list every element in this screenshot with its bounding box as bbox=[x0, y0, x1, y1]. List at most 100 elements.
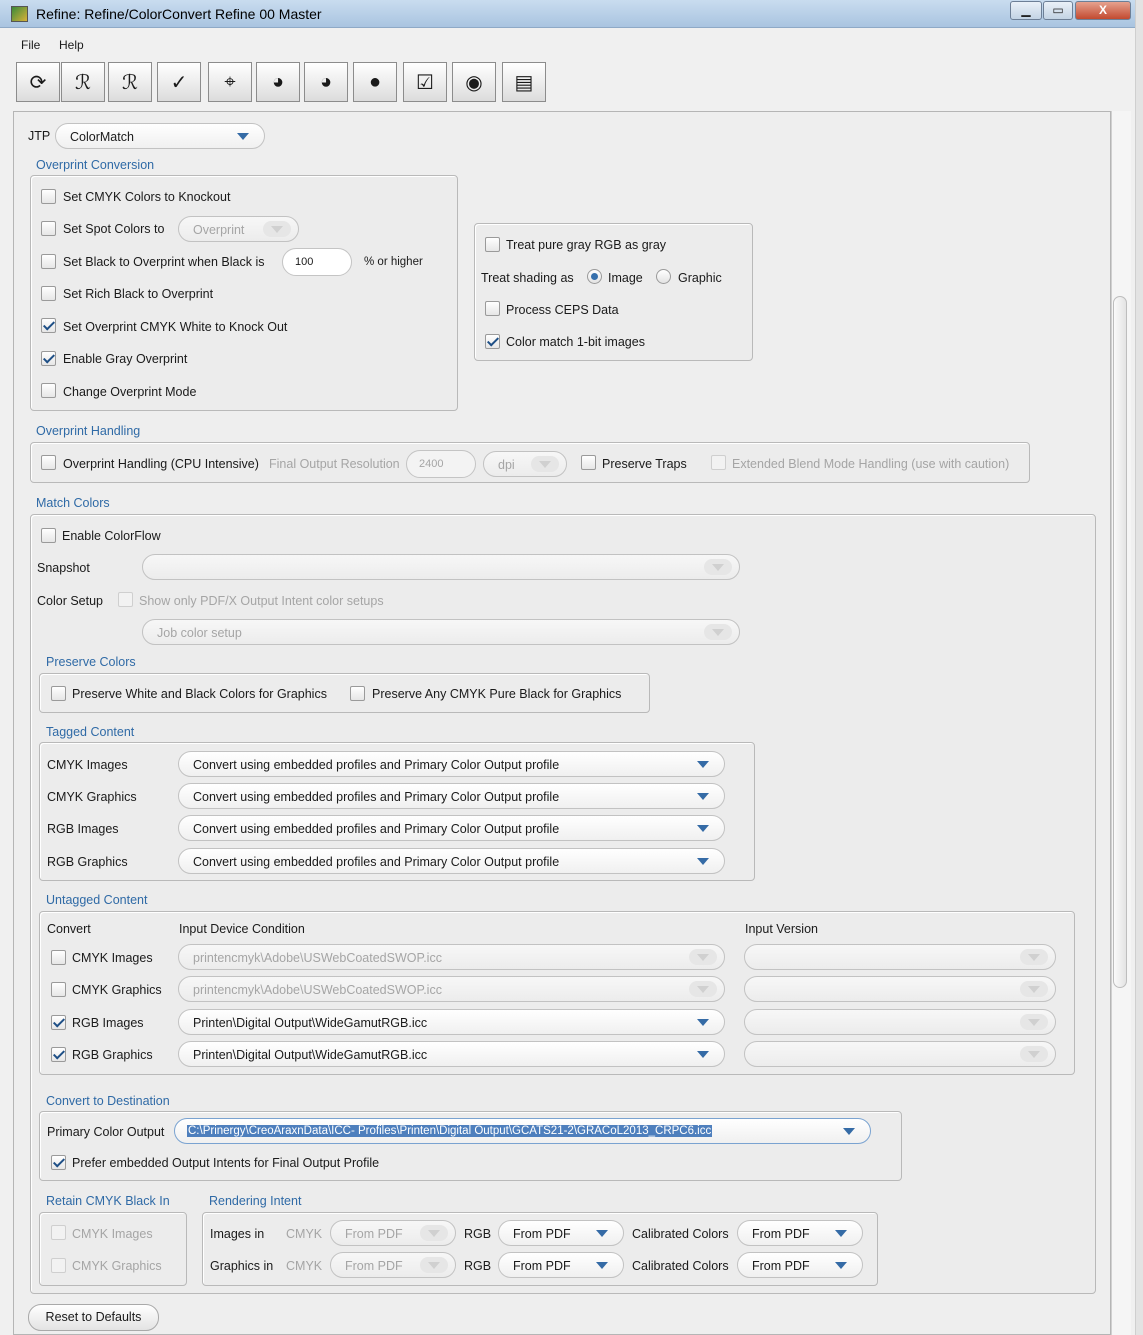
graphics-calibrated-label: Calibrated Colors bbox=[632, 1259, 729, 1273]
black-threshold-input[interactable]: 100 bbox=[282, 248, 352, 276]
chevron-down-icon bbox=[689, 1014, 717, 1030]
set-rich-black-checkbox[interactable] bbox=[41, 286, 56, 301]
overprint-conversion-title: Overprint Conversion bbox=[36, 158, 155, 172]
enable-gray-overprint-checkbox[interactable] bbox=[41, 351, 56, 366]
show-only-pdfx-checkbox[interactable] bbox=[118, 592, 133, 607]
prefer-embedded-checkbox[interactable] bbox=[51, 1155, 66, 1170]
treat-gray-label: Treat pure gray RGB as gray bbox=[506, 238, 667, 252]
col-input-device-header: Input Device Condition bbox=[179, 922, 305, 936]
extended-blend-checkbox[interactable] bbox=[711, 455, 726, 470]
preserve-colors-title: Preserve Colors bbox=[46, 655, 136, 669]
images-cmyk-intent-select[interactable]: From PDF bbox=[330, 1220, 456, 1246]
tagged-row-select[interactable]: Convert using embedded profiles and Prim… bbox=[178, 751, 725, 777]
toolbar-button-pdf-acrobat-alt[interactable]: ℛ bbox=[108, 62, 152, 102]
toolbar-button-color-wheel[interactable]: ◕ bbox=[256, 62, 300, 102]
tagged-row-select[interactable]: Convert using embedded profiles and Prim… bbox=[178, 783, 725, 809]
graphics-rgb-intent-select[interactable]: From PDF bbox=[498, 1252, 624, 1278]
jtp-select[interactable]: ColorMatch bbox=[55, 123, 265, 149]
preserve-traps-checkbox[interactable] bbox=[581, 455, 596, 470]
toolbar-button-refresh[interactable]: ⟳ bbox=[16, 62, 60, 102]
menu-file[interactable]: File bbox=[21, 38, 40, 52]
enable-colorflow-label: Enable ColorFlow bbox=[62, 529, 161, 543]
input-device-select[interactable]: Printen\Digital Output\WideGamutRGB.icc bbox=[178, 1009, 725, 1035]
scrollbar-thumb[interactable] bbox=[1113, 296, 1127, 988]
toolbar-button-checklist[interactable]: ☑ bbox=[403, 62, 447, 102]
untagged-row-checkbox[interactable] bbox=[51, 1015, 66, 1030]
chevron-down-icon bbox=[420, 1257, 448, 1273]
retain-black-graphics-checkbox[interactable] bbox=[51, 1258, 66, 1273]
pdf-acrobat-alt-icon: ℛ bbox=[122, 71, 138, 94]
snapshot-label: Snapshot bbox=[37, 561, 90, 575]
set-black-overprint-checkbox[interactable] bbox=[41, 254, 56, 269]
tagged-row-label: CMYK Images bbox=[47, 758, 128, 772]
chevron-down-icon bbox=[1020, 949, 1048, 965]
untagged-row-checkbox[interactable] bbox=[51, 982, 66, 997]
input-device-select[interactable]: printencmyk\Adobe\USWebCoatedSWOP.icc bbox=[178, 944, 725, 970]
preserve-white-black-checkbox[interactable] bbox=[51, 686, 66, 701]
chevron-down-icon bbox=[263, 221, 291, 237]
toolbar-button-crosshair[interactable]: ⌖ bbox=[208, 62, 252, 102]
input-version-select[interactable] bbox=[744, 1041, 1056, 1067]
resolution-unit-select[interactable]: dpi bbox=[483, 451, 567, 477]
graphics-calibrated-intent-select[interactable]: From PDF bbox=[737, 1252, 863, 1278]
toolbar-button-red-dot[interactable]: ◉ bbox=[452, 62, 496, 102]
set-spot-colors-checkbox[interactable] bbox=[41, 221, 56, 236]
overprint-handling-title: Overprint Handling bbox=[36, 424, 141, 438]
toolbar-button-report[interactable]: ▤ bbox=[502, 62, 546, 102]
shading-image-radio[interactable] bbox=[587, 269, 602, 284]
gray-circle-icon: ● bbox=[368, 70, 382, 93]
resolution-input[interactable]: 2400 bbox=[406, 450, 476, 478]
col-convert-header: Convert bbox=[47, 922, 91, 936]
tagged-row-select[interactable]: Convert using embedded profiles and Prim… bbox=[178, 848, 725, 874]
menu-help[interactable]: Help bbox=[59, 38, 84, 52]
input-device-select[interactable]: Printen\Digital Output\WideGamutRGB.icc bbox=[178, 1041, 725, 1067]
chevron-down-icon bbox=[704, 624, 732, 640]
enable-colorflow-checkbox[interactable] bbox=[41, 528, 56, 543]
title-bar: Refine: Refine/ColorConvert Refine 00 Ma… bbox=[0, 0, 1143, 28]
retain-black-images-checkbox[interactable] bbox=[51, 1225, 66, 1240]
report-icon: ▤ bbox=[514, 71, 534, 94]
set-white-knockout-checkbox[interactable] bbox=[41, 318, 56, 333]
close-button[interactable]: X bbox=[1075, 1, 1131, 20]
process-ceps-checkbox[interactable] bbox=[485, 301, 500, 316]
spot-colors-select[interactable]: Overprint bbox=[178, 216, 299, 242]
color-wheel-icon: ◕ bbox=[271, 70, 285, 93]
overprint-handling-checkbox[interactable] bbox=[41, 455, 56, 470]
images-calibrated-intent-select[interactable]: From PDF bbox=[737, 1220, 863, 1246]
treat-gray-checkbox[interactable] bbox=[485, 237, 500, 252]
untagged-row-checkbox[interactable] bbox=[51, 1047, 66, 1062]
retain-black-images-label: CMYK Images bbox=[72, 1227, 153, 1241]
shading-image-label: Image bbox=[608, 271, 643, 285]
preserve-pure-black-checkbox[interactable] bbox=[350, 686, 365, 701]
retain-black-panel bbox=[39, 1212, 187, 1286]
change-overprint-mode-checkbox[interactable] bbox=[41, 383, 56, 398]
input-version-select[interactable] bbox=[744, 976, 1056, 1002]
input-version-select[interactable] bbox=[744, 1009, 1056, 1035]
set-cmyk-knockout-checkbox[interactable] bbox=[41, 189, 56, 204]
toolbar-button-checkmark-tool[interactable]: ✓ bbox=[157, 62, 201, 102]
images-rgb-intent-select[interactable]: From PDF bbox=[498, 1220, 624, 1246]
untagged-row-checkbox[interactable] bbox=[51, 950, 66, 965]
snapshot-select[interactable] bbox=[142, 554, 740, 580]
minimize-button[interactable]: ▁ bbox=[1010, 1, 1042, 20]
toolbar-button-color-wheel-alt[interactable]: ◕ bbox=[304, 62, 348, 102]
toolbar-button-gray-circle[interactable]: ● bbox=[353, 62, 397, 102]
input-device-select[interactable]: printencmyk\Adobe\USWebCoatedSWOP.icc bbox=[178, 976, 725, 1002]
graphics-cmyk-intent-select[interactable]: From PDF bbox=[330, 1252, 456, 1278]
input-version-select[interactable] bbox=[744, 944, 1056, 970]
maximize-button[interactable]: ▭ bbox=[1043, 1, 1073, 20]
color-match-1bit-checkbox[interactable] bbox=[485, 334, 500, 349]
retain-black-title: Retain CMYK Black In bbox=[46, 1194, 170, 1208]
toolbar-button-pdf-acrobat[interactable]: ℛ bbox=[61, 62, 105, 102]
primary-output-select[interactable]: C:\Prinergy\CreoAraxnData\ICC- Profiles\… bbox=[174, 1118, 871, 1144]
tagged-row-select[interactable]: Convert using embedded profiles and Prim… bbox=[178, 815, 725, 841]
chevron-down-icon bbox=[704, 559, 732, 575]
untagged-row-label: CMYK Graphics bbox=[72, 983, 162, 997]
color-setup-select[interactable]: Job color setup bbox=[142, 619, 740, 645]
process-ceps-label: Process CEPS Data bbox=[506, 303, 619, 317]
chevron-down-icon bbox=[420, 1225, 448, 1241]
reset-defaults-button[interactable]: Reset to Defaults bbox=[28, 1304, 159, 1331]
chevron-down-icon bbox=[689, 788, 717, 804]
shading-graphic-radio[interactable] bbox=[656, 269, 671, 284]
checklist-icon: ☑ bbox=[416, 71, 434, 94]
